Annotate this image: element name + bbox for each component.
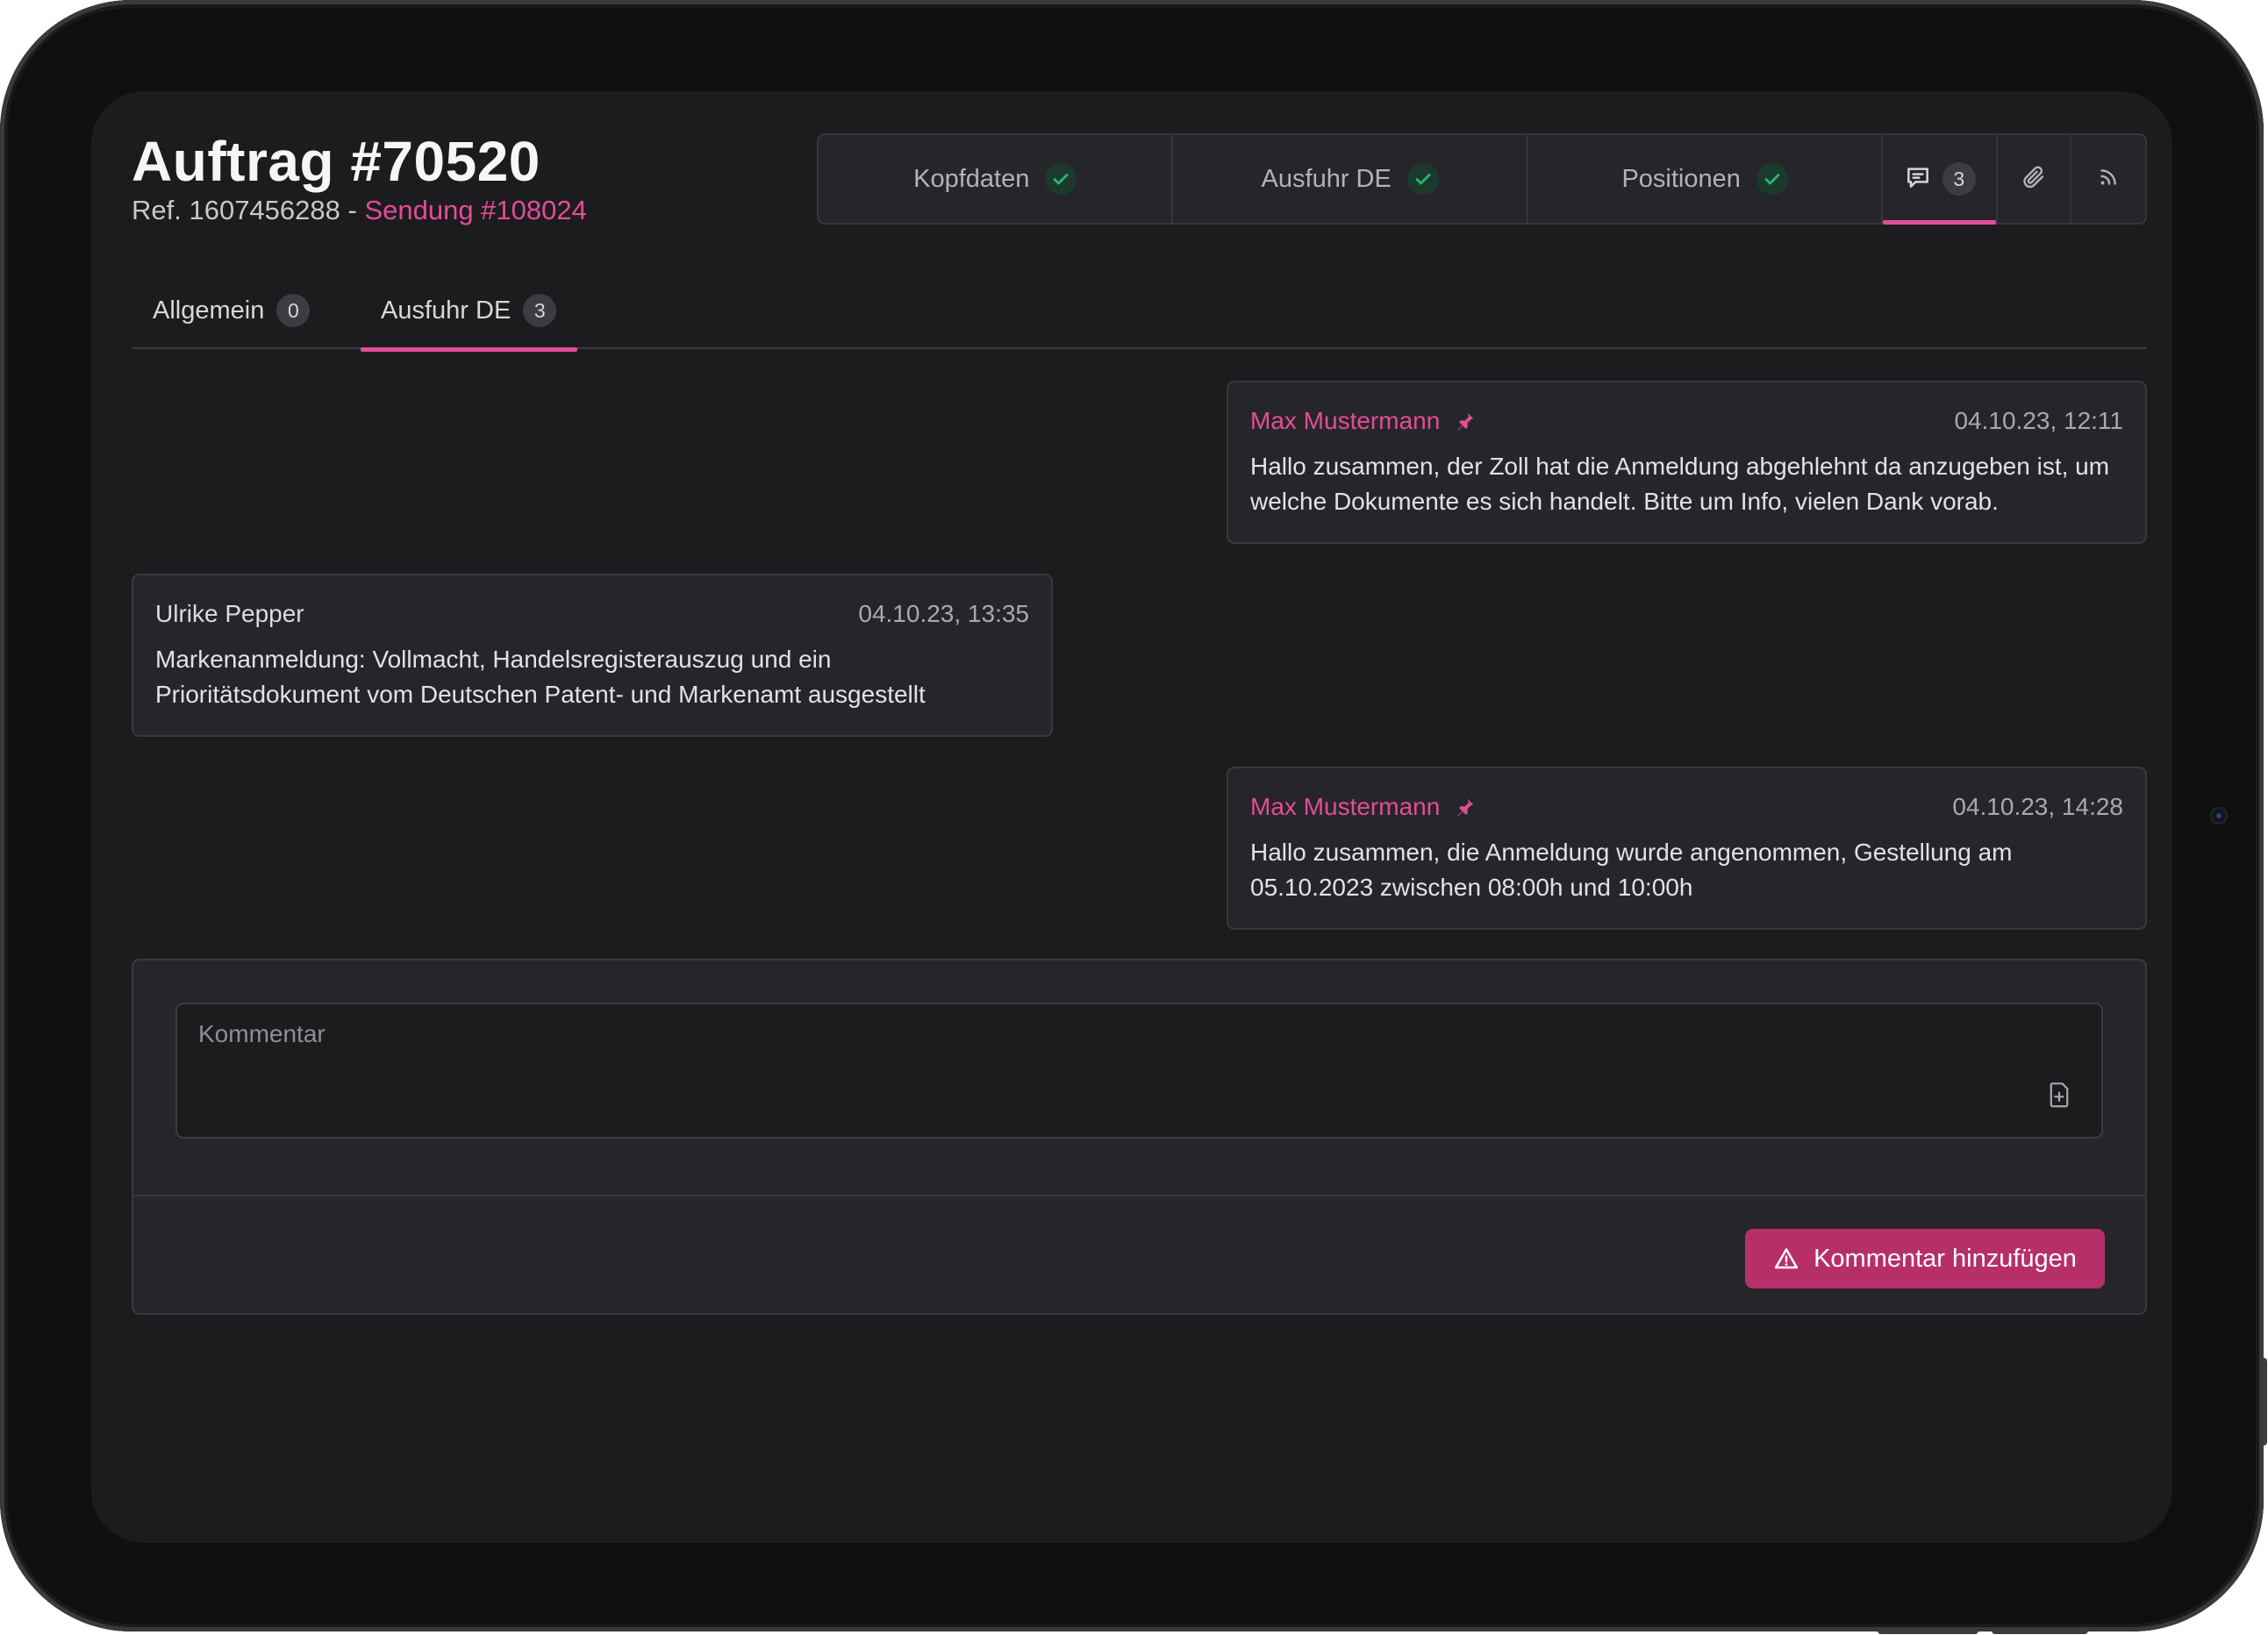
tab-ausfuhr-de[interactable]: Ausfuhr DE 3 [361,286,578,352]
app-screen: Auftrag #70520 Ref. 1607456288 - Sendung… [91,91,2172,1543]
message-time: 04.10.23, 14:28 [1952,793,2123,820]
comments-count-badge: 3 [1942,162,1976,196]
check-icon [1406,163,1439,195]
message-time: 04.10.23, 13:35 [858,600,1029,627]
message-card: Max Mustermann 04.10.23, 14:28 Hallo zus… [1227,767,2147,930]
step-ausfuhr-de[interactable]: Ausfuhr DE [1173,135,1528,223]
step-navigation: Kopfdaten Ausfuhr DE Positionen 3 [817,133,2147,225]
author-name: Max Mustermann [1250,407,1441,434]
message-header: Max Mustermann 04.10.23, 12:11 [1250,403,2123,439]
author-name: Ulrike Pepper [155,600,304,627]
warning-triangle-icon [1774,1248,1799,1269]
step-label: Kopfdaten [913,164,1030,193]
tab-label: Ausfuhr DE [381,296,512,325]
message-card: Ulrike Pepper 04.10.23, 13:35 Markenanme… [132,574,1053,737]
shipment-link[interactable]: Sendung #108024 [364,195,586,225]
message-author: Max Mustermann [1250,407,1477,435]
tab-label: Allgemein [153,296,265,325]
tab-count-badge: 0 [276,294,311,327]
pin-icon [1457,412,1474,431]
tab-feed[interactable] [2071,135,2145,223]
comment-form: Kommentar hinzufügen [132,959,2147,1315]
tab-count-badge: 3 [523,294,557,327]
check-icon [1756,163,1788,195]
message-author: Ulrike Pepper [155,600,304,628]
message-text: Hallo zusammen, die Anmeldung wurde ange… [1250,839,2013,901]
step-label: Positionen [1621,164,1741,193]
check-icon [1045,163,1077,195]
message-header: Max Mustermann 04.10.23, 14:28 [1250,789,2123,825]
rss-icon [2097,166,2120,193]
add-comment-button[interactable]: Kommentar hinzufügen [1745,1229,2105,1289]
message-author: Max Mustermann [1250,793,1477,821]
step-positionen[interactable]: Positionen [1528,135,1884,223]
reference-number: Ref. 1607456288 - [132,195,365,225]
comment-field [175,1003,2103,1139]
author-name: Max Mustermann [1250,793,1441,820]
step-label: Ausfuhr DE [1261,164,1392,193]
sub-tabs: Allgemein 0 Ausfuhr DE 3 [132,286,2147,352]
add-comment-label: Kommentar hinzufügen [1814,1244,2077,1273]
file-plus-icon[interactable] [2047,1082,2071,1108]
message-text: Markenanmeldung: Vollmacht, Handelsregis… [155,646,926,708]
tab-comments[interactable]: 3 [1883,135,1999,225]
tablet-frame: Auftrag #70520 Ref. 1607456288 - Sendung… [0,0,2267,1634]
page-title: Auftrag #70520 [132,130,540,193]
pin-icon [1457,798,1474,817]
comment-input[interactable] [177,1004,2101,1137]
tab-attachments[interactable] [1998,135,2072,223]
camera-lens [2212,809,2226,823]
step-kopfdaten[interactable]: Kopfdaten [819,135,1174,223]
divider [133,1195,2145,1196]
message-header: Ulrike Pepper 04.10.23, 13:35 [155,596,1029,632]
message-time: 04.10.23, 12:11 [1954,407,2123,434]
chat-icon [1904,163,1932,196]
message-card: Max Mustermann 04.10.23, 12:11 Hallo zus… [1227,381,2147,544]
volume-down-button [1992,1629,2088,1634]
message-text: Hallo zusammen, der Zoll hat die Anmeldu… [1250,453,2110,515]
tab-allgemein[interactable]: Allgemein 0 [153,286,311,349]
side-button [2262,1358,2267,1446]
volume-up-button [1878,1629,1978,1634]
paperclip-icon [2021,164,2047,195]
order-reference: Ref. 1607456288 - Sendung #108024 [132,195,587,226]
